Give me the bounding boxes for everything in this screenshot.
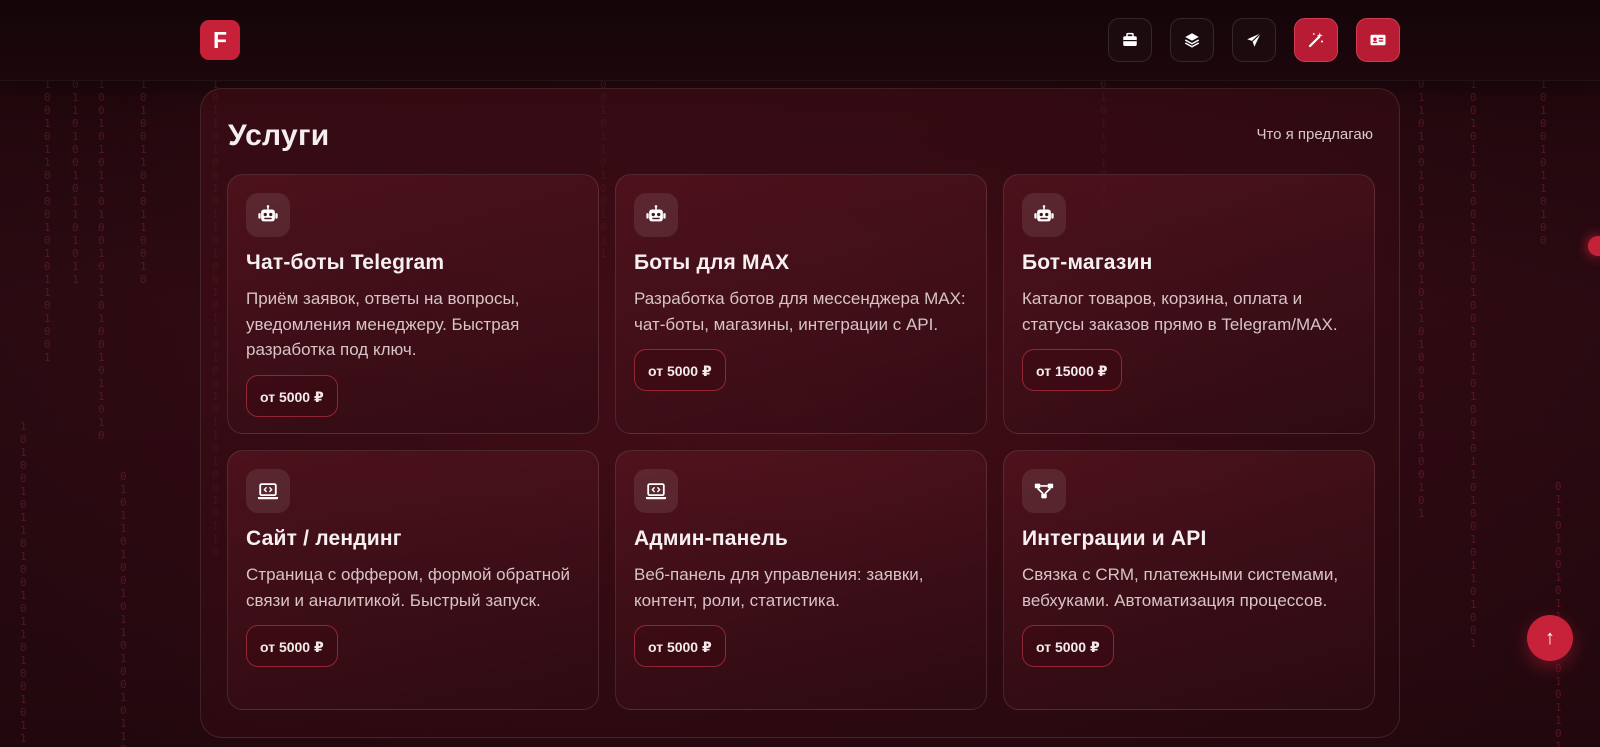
scroll-to-top-button[interactable]: ↑ — [1527, 615, 1573, 661]
services-section: Услуги Что я предлагаю Чат-боты Telegram… — [200, 88, 1400, 738]
card-description: Приём заявок, ответы на вопросы, уведомл… — [246, 289, 520, 359]
service-card-admin-panel: Админ-панель Веб-панель для управления: … — [615, 450, 987, 710]
card-title: Боты для MAX — [634, 251, 790, 274]
laptop-code-icon — [645, 483, 667, 500]
service-card-bot-shop: Бот-магазин Каталог товаров, корзина, оп… — [1003, 174, 1375, 434]
robot-icon — [1034, 205, 1054, 222]
price-badge[interactable]: от 5000 ₽ — [634, 349, 726, 391]
nav-button-portfolio[interactable] — [1108, 18, 1152, 62]
magic-wand-icon — [1308, 32, 1324, 48]
card-title: Чат-боты Telegram — [246, 251, 445, 274]
service-card-max-bots: Боты для MAX Разработка ботов для мессен… — [615, 174, 987, 434]
card-description: Каталог товаров, корзина, оплата и стату… — [1022, 289, 1338, 334]
top-navbar: F — [0, 0, 1600, 81]
card-icon — [1022, 469, 1066, 513]
briefcase-icon — [1123, 32, 1137, 46]
section-subtitle: Что я предлагаю — [1256, 126, 1373, 143]
price-badge[interactable]: от 5000 ₽ — [246, 625, 338, 667]
price-badge[interactable]: от 5000 ₽ — [1022, 625, 1114, 667]
paper-plane-icon — [1247, 32, 1262, 47]
robot-icon — [258, 205, 278, 222]
nav-button-about[interactable] — [1356, 18, 1400, 62]
card-title: Сайт / лендинг — [246, 527, 402, 550]
card-description: Разработка ботов для мессенджера MAX: ча… — [634, 289, 966, 334]
laptop-code-icon — [257, 483, 279, 500]
nav-button-stack[interactable] — [1170, 18, 1214, 62]
robot-icon — [646, 205, 666, 222]
service-card-landing: Сайт / лендинг Страница с оффером, формо… — [227, 450, 599, 710]
card-description: Связка с CRM, платежными системами, вебх… — [1022, 565, 1339, 610]
nav-icons — [1108, 18, 1400, 62]
card-icon — [246, 469, 290, 513]
card-title: Интеграции и API — [1022, 527, 1207, 550]
card-description: Страница с оффером, формой обратной связ… — [246, 565, 571, 610]
nav-button-services[interactable] — [1294, 18, 1338, 62]
price-badge[interactable]: от 5000 ₽ — [246, 374, 338, 417]
card-icon — [634, 193, 678, 237]
layers-icon — [1184, 33, 1200, 48]
card-title: Админ-панель — [634, 527, 788, 550]
price-badge[interactable]: от 5000 ₽ — [634, 625, 726, 667]
card-description: Веб-панель для управления: заявки, конте… — [634, 565, 924, 610]
service-card-integrations: Интеграции и API Связка с CRM, платежным… — [1003, 450, 1375, 710]
card-icon — [634, 469, 678, 513]
section-title: Услуги — [228, 119, 330, 152]
nav-button-contact[interactable] — [1232, 18, 1276, 62]
card-icon — [246, 193, 290, 237]
network-icon — [1034, 483, 1054, 499]
edge-glow-dot — [1588, 236, 1600, 256]
service-card-telegram-bots: Чат-боты Telegram Приём заявок, ответы н… — [227, 174, 599, 434]
id-card-icon — [1370, 34, 1386, 46]
card-icon — [1022, 193, 1066, 237]
card-title: Бот-магазин — [1022, 251, 1153, 274]
logo[interactable]: F — [200, 20, 240, 60]
price-badge[interactable]: от 15000 ₽ — [1022, 349, 1122, 391]
